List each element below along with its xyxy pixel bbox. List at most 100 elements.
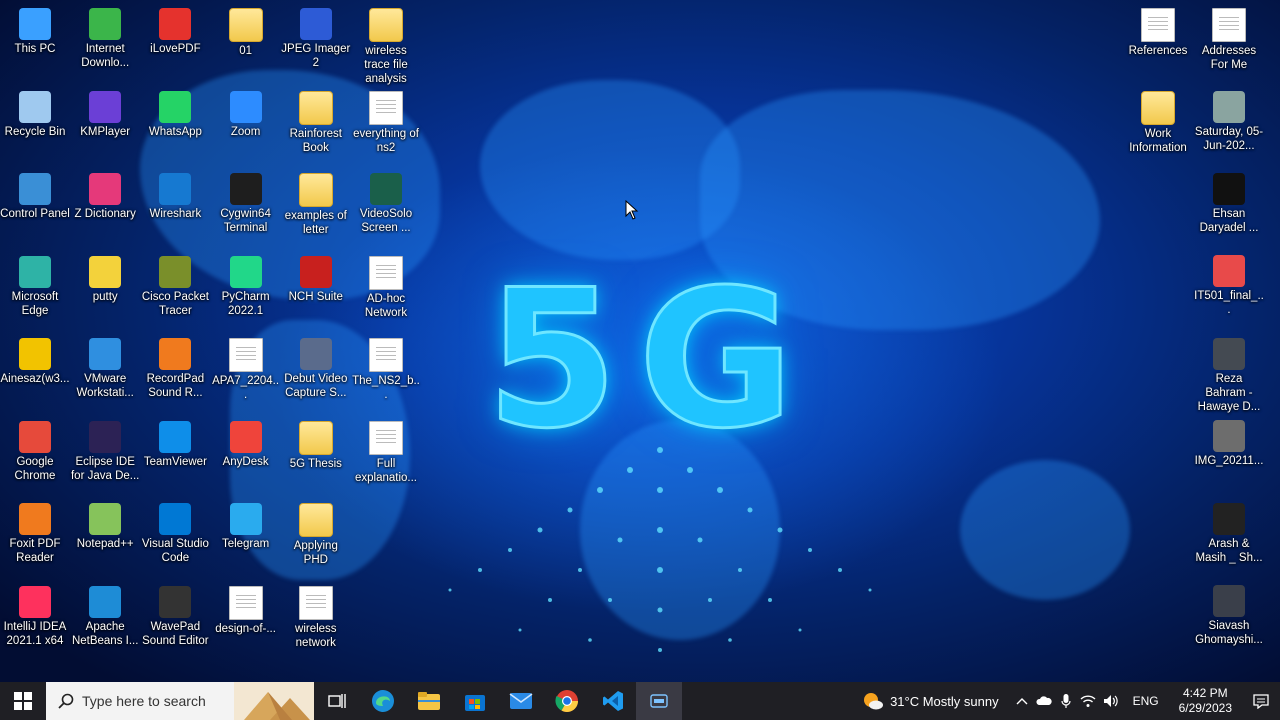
desktop-icon[interactable]: Visual Studio Code [139, 497, 211, 565]
desktop-icon[interactable]: VideoSolo Screen ... [350, 167, 422, 235]
wireshark-icon [159, 173, 192, 205]
desktop-icon-label: AnyDesk [222, 455, 269, 468]
desktop-icon[interactable]: Eclipse IDE for Java De... [69, 415, 141, 483]
desktop-icon[interactable]: Cygwin64 Terminal [210, 167, 282, 235]
desktop-icon[interactable]: design-of-... [210, 580, 282, 636]
taskbar-chrome[interactable] [544, 682, 590, 720]
document-icon [369, 420, 403, 455]
taskbar-mail[interactable] [498, 682, 544, 720]
desktop-icon-label: Apache NetBeans I... [71, 620, 139, 647]
microphone-tray-button[interactable] [1055, 682, 1077, 720]
onedrive-tray-button[interactable] [1033, 682, 1055, 720]
taskbar-search-box[interactable]: Type here to search [46, 682, 314, 720]
desktop-icon[interactable]: Control Panel [0, 167, 71, 221]
search-placeholder: Type here to search [82, 693, 206, 709]
desktop-icon[interactable]: Foxit PDF Reader [0, 497, 71, 565]
desktop-icon[interactable]: Full explanatio... [350, 415, 422, 485]
desktop-icon[interactable]: Addresses For Me [1193, 2, 1265, 72]
desktop-icon-label: iLovePDF [150, 43, 201, 55]
desktop-icon-label: 01 [239, 45, 252, 57]
desktop-icon[interactable]: wireless trace file analysis [350, 2, 422, 86]
desktop-icon-label: PyCharm 2022.1 [221, 290, 270, 317]
desktop-icon[interactable]: This PC [0, 2, 71, 56]
taskbar-active-app[interactable] [636, 682, 682, 720]
wallpaper-5g-logo: 5G [484, 249, 815, 470]
clock[interactable]: 4:42 PM 6/29/2023 [1169, 686, 1242, 716]
desktop-icon-label: Cygwin64 Terminal [220, 208, 271, 234]
notification-center-button[interactable] [1242, 682, 1280, 720]
desktop-icon[interactable]: References [1122, 2, 1194, 58]
recordpad-icon [159, 338, 192, 370]
desktop-icon[interactable]: Z Dictionary [69, 167, 141, 221]
desktop-icon[interactable]: Work Information [1122, 85, 1194, 155]
desktop-icon-label: Recycle Bin [4, 125, 66, 138]
desktop-icon[interactable]: JPEG Imager 2 [280, 2, 352, 70]
desktop-icon[interactable]: AnyDesk [210, 415, 282, 469]
desktop-icon-label: Addresses For Me [1201, 45, 1257, 71]
desktop-icon[interactable]: NCH Suite [280, 250, 352, 304]
taskbar-file-explorer[interactable] [406, 682, 452, 720]
desktop-icon[interactable]: VMware Workstati... [69, 332, 141, 400]
start-button[interactable] [0, 682, 46, 720]
desktop-icon[interactable]: examples of letter [280, 167, 352, 237]
show-hidden-icons-button[interactable] [1011, 682, 1033, 720]
desktop-icon[interactable]: The_NS2_b... [350, 332, 422, 402]
desktop-icon-label: design-of-... [215, 622, 276, 635]
file-explorer-icon [418, 692, 440, 710]
desktop-icon[interactable]: Ainesaz(w3... [0, 332, 71, 386]
desktop-icon[interactable]: Telegram [210, 497, 282, 551]
desktop-icon[interactable]: APA7_2204... [210, 332, 282, 402]
recycle-bin-icon [19, 90, 51, 123]
teamviewer-icon [159, 420, 192, 453]
desktop-icon[interactable]: IMG_20211... [1193, 414, 1265, 468]
taskbar-microsoft-store[interactable] [452, 682, 498, 720]
desktop-icon[interactable]: Google Chrome [0, 415, 71, 483]
task-view-button[interactable] [314, 682, 360, 720]
desktop-icon[interactable]: Internet Downlo... [69, 2, 141, 70]
vscode-icon [159, 503, 192, 535]
desktop-icon[interactable]: Siavash Ghomayshi... [1193, 579, 1265, 647]
desktop-icon-label: VideoSolo Screen ... [359, 208, 413, 234]
desktop-icon[interactable]: Notepad++ [69, 497, 141, 551]
desktop-icon[interactable]: putty [69, 250, 141, 304]
desktop-icon[interactable]: Zoom [210, 85, 282, 139]
taskbar-vscode[interactable] [590, 682, 636, 720]
taskbar-edge[interactable] [360, 682, 406, 720]
desktop-icon[interactable]: KMPlayer [69, 85, 141, 139]
desktop-icon-label: This PC [14, 43, 56, 55]
desktop-icon[interactable]: Cisco Packet Tracer [139, 250, 211, 318]
desktop-icon[interactable]: Microsoft Edge [0, 250, 71, 318]
desktop-icon[interactable]: everything of ns2 [350, 85, 422, 155]
desktop-icon-label: Microsoft Edge [11, 290, 59, 317]
desktop-icon[interactable]: Apache NetBeans I... [69, 580, 141, 648]
desktop-icon[interactable]: Reza Bahram - Hawaye D... [1193, 332, 1265, 414]
weather-widget[interactable]: 31°C Mostly sunny [854, 682, 1011, 720]
desktop-icon[interactable]: wireless network [280, 580, 352, 650]
desktop-icon[interactable]: Wireshark [139, 167, 211, 221]
desktop-icon[interactable]: 01 [210, 2, 282, 58]
desktop-icon[interactable]: 5G Thesis [280, 415, 352, 471]
desktop-icon[interactable]: AD-hoc Network [350, 250, 422, 320]
desktop-icon[interactable]: Arash & Masih _ Sh... [1193, 497, 1265, 565]
desktop-icon-label: everything of ns2 [353, 127, 419, 154]
desktop-icon[interactable]: PyCharm 2022.1 [210, 250, 282, 318]
language-indicator[interactable]: ENG [1123, 694, 1169, 708]
desktop-icon[interactable]: Recycle Bin [0, 85, 71, 139]
volume-tray-button[interactable] [1099, 682, 1123, 720]
desktop-icon-label: TeamViewer [143, 455, 207, 468]
search-highlight-pyramids-icon [234, 682, 314, 720]
desktop-icon[interactable]: Debut Video Capture S... [280, 332, 352, 400]
desktop-icon[interactable]: iLovePDF [139, 2, 211, 56]
desktop-icon[interactable]: Applying PHD [280, 497, 352, 567]
desktop-icon[interactable]: WavePad Sound Editor [139, 580, 211, 648]
network-tray-button[interactable] [1077, 682, 1099, 720]
desktop-icon[interactable]: Rainforest Book [280, 85, 352, 155]
desktop-icon[interactable]: WhatsApp [139, 85, 211, 139]
desktop[interactable]: 5G This PC Recycle Bin Control Panel Micros… [0, 0, 1280, 682]
desktop-icon[interactable]: IT501_final_... [1193, 249, 1265, 317]
desktop-icon[interactable]: RecordPad Sound R... [139, 332, 211, 400]
desktop-icon[interactable]: TeamViewer [139, 415, 211, 469]
desktop-icon[interactable]: Saturday, 05-Jun-202... [1193, 85, 1265, 153]
desktop-icon[interactable]: IntelliJ IDEA 2021.1 x64 [0, 580, 71, 648]
desktop-icon[interactable]: Ehsan Daryadel ... [1193, 167, 1265, 235]
